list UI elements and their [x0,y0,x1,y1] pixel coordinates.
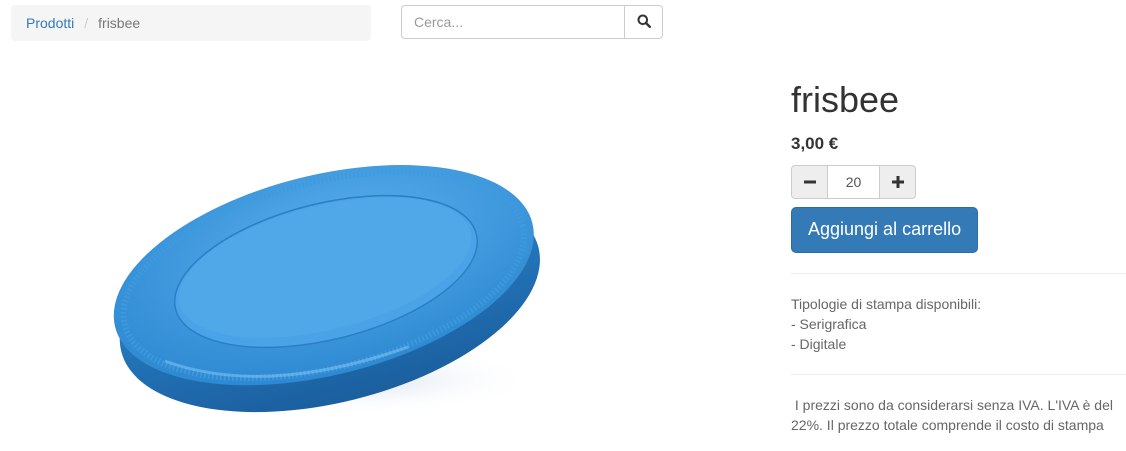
product-image-frisbee [90,140,560,430]
product-details: frisbee 3,00 € 20 Aggiungi al carrello T… [791,70,1126,435]
print-type-item: - Serigrafica [791,315,867,332]
breadcrumb-separator: / [84,15,89,31]
product-title: frisbee [791,79,900,120]
breadcrumb: Prodotti / frisbee [11,5,371,41]
quantity-input[interactable]: 20 [828,165,879,200]
search-input[interactable] [401,5,624,39]
divider [791,272,1126,274]
print-type-item: - Digitale [791,335,847,352]
minus-icon [803,172,816,193]
add-to-cart-button[interactable]: Aggiungi al carrello [791,207,979,253]
divider [791,373,1126,375]
breadcrumb-current: frisbee [98,15,141,31]
print-types-info: Tipologie di stampa disponibili: - Serig… [791,294,1126,354]
decrease-quantity-button[interactable] [791,165,828,200]
product-price: 3,00 € [791,134,839,154]
breadcrumb-link-prodotti[interactable]: Prodotti [26,15,74,31]
search-bar [401,5,663,39]
quantity-stepper: 20 [791,165,916,200]
search-button[interactable] [624,5,663,39]
search-icon [637,14,651,31]
print-types-heading: Tipologie di stampa disponibili: [791,295,982,312]
increase-quantity-button[interactable] [879,165,916,200]
plus-icon [891,172,904,193]
tax-note: I prezzi sono da considerarsi senza IVA.… [791,396,1117,433]
